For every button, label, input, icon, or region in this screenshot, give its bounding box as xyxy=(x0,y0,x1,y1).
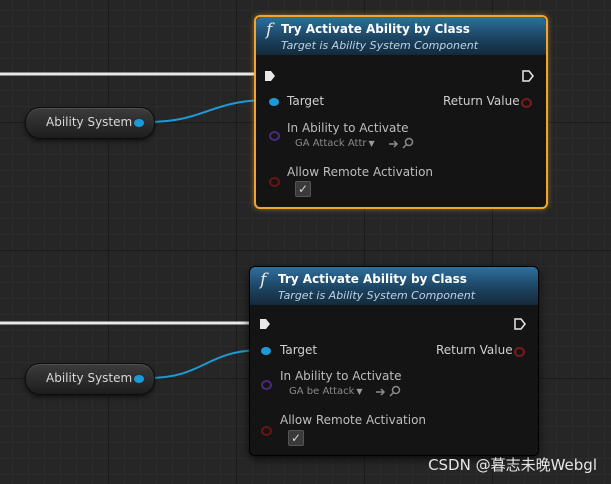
function-icon: f xyxy=(260,270,267,290)
allow-remote-activation-label: Allow Remote Activation xyxy=(280,413,427,427)
node-title: Try Activate Ability by Class xyxy=(281,22,470,36)
chevron-down-icon: ▼ xyxy=(356,387,363,396)
exec-output-pin-icon[interactable] xyxy=(522,70,534,82)
ability-system-variable-node[interactable]: Ability System xyxy=(25,107,155,139)
node-subtitle: Target is Ability System Component xyxy=(278,289,476,302)
try-activate-ability-node[interactable]: f Try Activate Ability by Class Target i… xyxy=(249,266,539,456)
node-header[interactable]: f Try Activate Ability by Class Target i… xyxy=(256,17,546,55)
ability-class-pin[interactable] xyxy=(261,380,272,390)
ability-class-dropdown[interactable]: GA be Attack ▼ xyxy=(285,384,367,400)
exec-output-pin-icon[interactable] xyxy=(514,318,526,330)
ability-to-activate-label: In Ability to Activate xyxy=(287,121,409,135)
return-value-label: Return Value xyxy=(436,343,513,357)
function-icon: f xyxy=(266,20,273,40)
variable-label: Ability System xyxy=(46,115,133,129)
exec-input-pin-icon[interactable] xyxy=(259,318,271,330)
search-icon[interactable] xyxy=(388,385,402,399)
ability-to-activate-label: In Ability to Activate xyxy=(280,369,402,383)
node-subtitle: Target is Ability System Component xyxy=(281,39,479,52)
chevron-down-icon: ▼ xyxy=(368,139,375,148)
object-wire-2[interactable] xyxy=(147,349,264,379)
variable-output-pin[interactable] xyxy=(134,119,144,127)
allow-remote-activation-pin[interactable] xyxy=(269,177,280,187)
target-pin[interactable] xyxy=(261,347,271,355)
allow-remote-activation-label: Allow Remote Activation xyxy=(287,165,434,179)
exec-input-pin-icon[interactable] xyxy=(264,70,276,82)
return-value-label: Return Value xyxy=(443,94,520,108)
search-icon[interactable] xyxy=(401,137,415,151)
target-label: Target xyxy=(287,94,325,108)
node-title: Try Activate Ability by Class xyxy=(278,272,467,286)
allow-remote-activation-checkbox[interactable]: ✓ xyxy=(295,181,311,197)
variable-output-pin[interactable] xyxy=(134,375,144,383)
browse-arrow-icon[interactable] xyxy=(388,137,402,151)
ability-system-variable-node[interactable]: Ability System xyxy=(25,363,155,395)
try-activate-ability-node[interactable]: f Try Activate Ability by Class Target i… xyxy=(254,15,548,209)
ability-class-value: GA be Attack xyxy=(289,386,355,397)
target-pin[interactable] xyxy=(269,98,279,106)
return-value-pin[interactable] xyxy=(521,98,532,108)
browse-arrow-icon[interactable] xyxy=(375,385,389,399)
node-header[interactable]: f Try Activate Ability by Class Target i… xyxy=(250,267,538,305)
object-wire-1[interactable] xyxy=(147,99,271,123)
variable-label: Ability System xyxy=(46,371,133,385)
watermark: CSDN @暮志未晚Webgl xyxy=(428,456,597,474)
ability-class-value: GA Attack Attr xyxy=(295,138,367,149)
target-label: Target xyxy=(280,343,318,357)
allow-remote-activation-pin[interactable] xyxy=(261,426,272,436)
ability-class-dropdown[interactable]: GA Attack Attr ▼ xyxy=(291,136,379,152)
ability-class-pin[interactable] xyxy=(269,131,280,141)
allow-remote-activation-checkbox[interactable]: ✓ xyxy=(288,430,304,446)
return-value-pin[interactable] xyxy=(514,347,525,357)
